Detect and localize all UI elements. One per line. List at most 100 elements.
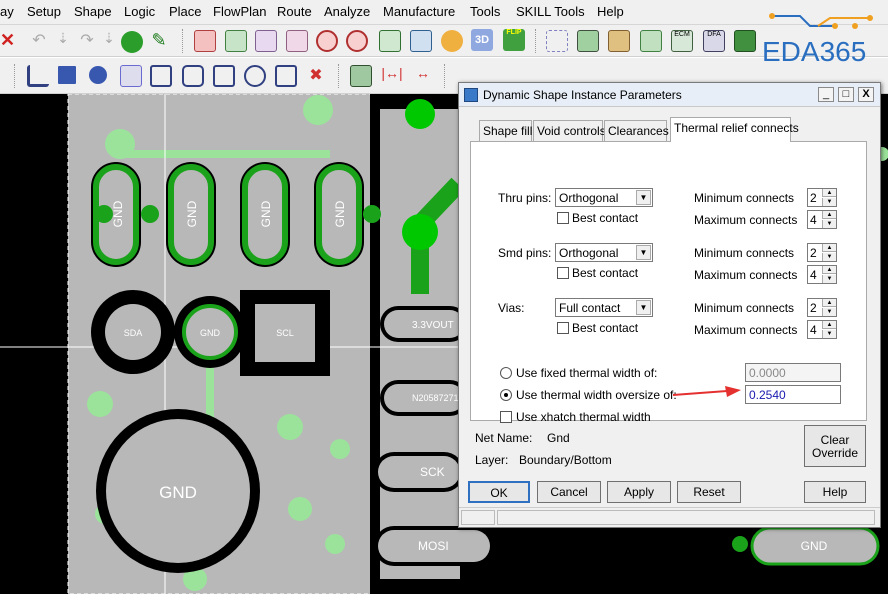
vias-best-contact-checkbox[interactable] [557, 322, 569, 334]
flip-icon[interactable]: FLIP [503, 29, 525, 51]
menu-analyze[interactable]: Analyze [324, 4, 370, 19]
menu-help[interactable]: Help [597, 4, 624, 19]
close-button[interactable]: X [858, 87, 874, 102]
dialog-title-bar[interactable]: Dynamic Shape Instance Parameters _ □ X [459, 83, 880, 107]
smd-min-spinner[interactable]: 2 ▲ ▼ [807, 243, 837, 262]
select-shape-icon[interactable] [120, 65, 142, 87]
thru-best-contact-checkbox[interactable] [557, 212, 569, 224]
oversize-input[interactable]: 0.2540 [745, 385, 841, 404]
ok-button[interactable]: OK [468, 481, 530, 503]
menu-flowplan[interactable]: FlowPlan [213, 4, 266, 19]
void-rect-icon[interactable] [182, 65, 204, 87]
void-square-icon[interactable] [213, 65, 235, 87]
smd-best-contact-checkbox[interactable] [557, 267, 569, 279]
spin-up-icon[interactable]: ▲ [822, 211, 836, 219]
pin-icon[interactable]: ✎ [148, 30, 170, 52]
menu-setup[interactable]: Setup [27, 4, 61, 19]
spin-down-icon[interactable]: ▼ [822, 330, 836, 338]
menu-manufacture[interactable]: Manufacture [383, 4, 455, 19]
vias-max-spinner[interactable]: 4 ▲ ▼ [807, 320, 837, 339]
down2-icon[interactable]: ⇣ [98, 30, 120, 52]
apply-button[interactable]: Apply [607, 481, 671, 503]
oversize-radio[interactable] [500, 389, 512, 401]
spin-down-icon[interactable]: ▼ [822, 253, 836, 261]
menu-shape[interactable]: Shape [74, 4, 112, 19]
help-button[interactable]: Help [804, 481, 866, 503]
maximize-button[interactable]: □ [838, 87, 854, 102]
delete-icon[interactable]: ✕ [0, 30, 22, 52]
zoom-select-icon[interactable] [255, 30, 277, 52]
spin-down-icon[interactable]: ▼ [822, 198, 836, 206]
tab-void-controls[interactable]: Void controls [533, 120, 606, 141]
zoom-world-icon[interactable] [410, 30, 432, 52]
zoom-prev-icon[interactable] [379, 30, 401, 52]
grid-green-icon[interactable] [225, 30, 247, 52]
redo-icon[interactable]: ↷ [76, 30, 98, 52]
dropdown-arrow-icon[interactable]: ▼ [636, 190, 651, 205]
globe-icon[interactable] [121, 31, 143, 53]
status-pane [497, 510, 875, 525]
undo-icon[interactable]: ↶ [28, 30, 50, 52]
dfa-icon[interactable]: DFA [703, 30, 725, 52]
thru-max-label: Maximum connects [694, 213, 798, 227]
redraw-icon[interactable] [441, 30, 463, 52]
delete-void-icon[interactable]: ✖ [305, 65, 327, 87]
corner-shape-icon[interactable] [27, 65, 49, 87]
stack-icon[interactable] [640, 30, 662, 52]
fixed-width-radio[interactable] [500, 367, 512, 379]
xhatch-checkbox[interactable] [500, 411, 512, 423]
menu-display[interactable]: ay [0, 4, 14, 19]
spin-up-icon[interactable]: ▲ [822, 299, 836, 307]
down-icon[interactable]: ⇣ [52, 30, 74, 52]
spin-up-icon[interactable]: ▲ [822, 266, 836, 274]
dropdown-arrow-icon[interactable]: ▼ [636, 245, 651, 260]
thru-max-spinner[interactable]: 4 ▲ ▼ [807, 210, 837, 229]
menu-tools[interactable]: Tools [470, 4, 500, 19]
minimize-button[interactable]: _ [818, 87, 834, 102]
grid-icon[interactable] [194, 30, 216, 52]
rectangle-shape-icon[interactable] [58, 66, 76, 84]
smd-max-spinner[interactable]: 4 ▲ ▼ [807, 265, 837, 284]
tab-clearances[interactable]: Clearances [604, 120, 669, 141]
color-icon[interactable] [577, 30, 599, 52]
dropdown-arrow-icon[interactable]: ▼ [636, 300, 651, 315]
layer-icon[interactable] [608, 30, 630, 52]
pad-label: GND [801, 539, 828, 553]
vias-min-spinner[interactable]: 2 ▲ ▼ [807, 298, 837, 317]
menu-place[interactable]: Place [169, 4, 202, 19]
dimension-icon[interactable]: |↔| [381, 65, 403, 87]
tab-thermal-relief[interactable]: Thermal relief connects [670, 117, 799, 142]
clear-override-button[interactable]: Clear Override [804, 425, 866, 467]
thru-pins-select[interactable]: Orthogonal ▼ [555, 188, 653, 207]
measure-icon[interactable]: ↔ [412, 65, 434, 87]
zoom-in-icon[interactable] [316, 30, 338, 52]
spin-down-icon[interactable]: ▼ [822, 220, 836, 228]
ecm-icon[interactable]: ECM [671, 30, 693, 52]
thru-min-spinner[interactable]: 2 ▲ ▼ [807, 188, 837, 207]
zoom-fit-icon[interactable] [286, 30, 308, 52]
vias-select[interactable]: Full contact ▼ [555, 298, 653, 317]
edit-boundary-icon[interactable] [275, 65, 297, 87]
fixed-width-input[interactable]: 0.0000 [745, 363, 841, 382]
smd-pins-select[interactable]: Orthogonal ▼ [555, 243, 653, 262]
spin-down-icon[interactable]: ▼ [822, 308, 836, 316]
shape-params-icon[interactable] [350, 65, 372, 87]
spin-up-icon[interactable]: ▲ [822, 321, 836, 329]
void-poly-icon[interactable] [150, 65, 172, 87]
spin-up-icon[interactable]: ▲ [822, 189, 836, 197]
3d-view-icon[interactable]: 3D [471, 29, 493, 51]
void-circle-icon[interactable] [244, 65, 266, 87]
export-icon[interactable] [734, 30, 756, 52]
reset-button[interactable]: Reset [677, 481, 741, 503]
grid-toggle-icon[interactable] [546, 30, 568, 52]
menu-skill-tools[interactable]: SKILL Tools [516, 4, 585, 19]
via [277, 414, 303, 440]
zoom-out-icon[interactable] [346, 30, 368, 52]
circle-shape-icon[interactable] [89, 66, 107, 84]
spin-up-icon[interactable]: ▲ [822, 244, 836, 252]
menu-logic[interactable]: Logic [124, 4, 155, 19]
menu-route[interactable]: Route [277, 4, 312, 19]
spin-down-icon[interactable]: ▼ [822, 275, 836, 283]
cancel-button[interactable]: Cancel [537, 481, 601, 503]
tab-shape-fill[interactable]: Shape fill [479, 120, 532, 141]
